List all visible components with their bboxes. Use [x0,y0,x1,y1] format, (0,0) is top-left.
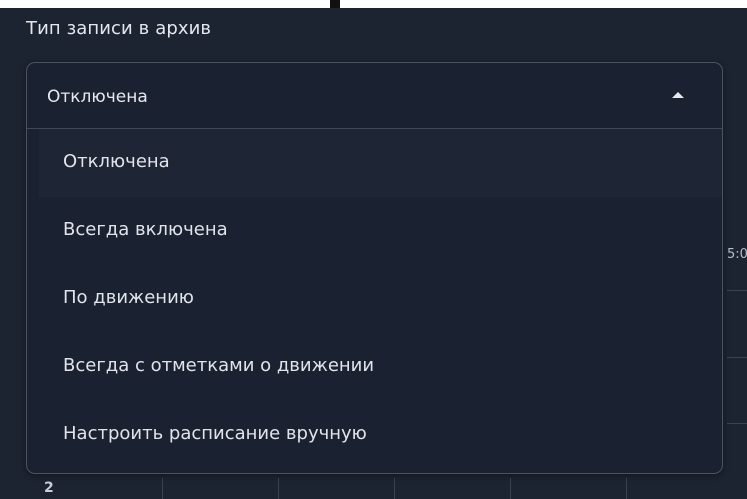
option-always-with-motion-marks[interactable]: Всегда с отметками о движении [27,333,722,401]
background-grid-line [626,478,627,499]
options-list: Отключена Всегда включена По движению Вс… [27,129,722,469]
option-label: Настроить расписание вручную [63,423,367,444]
background-time-label: 5:0 [727,247,747,262]
background-row-number: 2 [44,480,54,496]
top-heading-strip [0,0,747,8]
background-grid-line [727,290,747,291]
option-on-motion[interactable]: По движению [27,265,722,333]
field-label: Тип записи в архив [26,18,212,39]
option-disabled[interactable]: Отключена [39,129,722,197]
background-grid-line [727,357,747,358]
archive-type-dropdown: Отключена Отключена Всегда включена По д… [26,62,723,474]
background-grid-line [394,478,395,499]
background-grid-line [510,478,511,499]
background-grid-line [278,478,279,499]
background-grid-line [162,478,163,499]
option-label: Всегда с отметками о движении [63,355,375,376]
option-manual-schedule[interactable]: Настроить расписание вручную [27,401,722,469]
caret-up-icon[interactable] [672,92,684,98]
option-label: Всегда включена [63,219,228,240]
selected-value: Отключена [47,87,148,107]
clipped-heading-glyph [330,0,340,8]
option-always-on[interactable]: Всегда включена [27,197,722,265]
archive-type-select[interactable]: Отключена [27,63,722,129]
option-label: Отключена [63,151,170,172]
background-grid-line [727,423,747,424]
option-label: По движению [63,287,194,308]
